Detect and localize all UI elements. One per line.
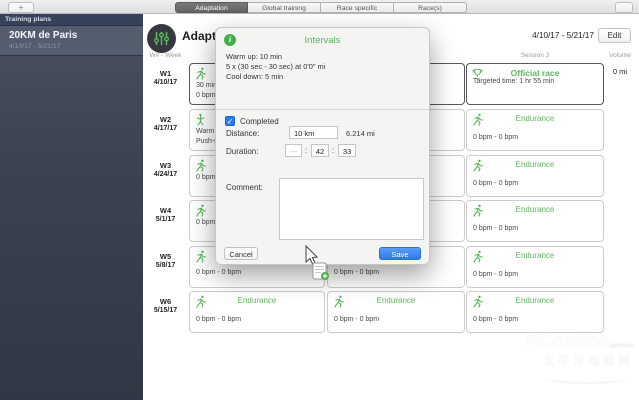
volume-value: 0 mi	[612, 67, 628, 76]
watermark: PConline.com.cn 太平洋电脑网	[526, 331, 633, 384]
workout-card[interactable]: Official race Targeted time: 1 hr 55 min	[466, 63, 604, 105]
workout-card[interactable]: Endurance 0 bpm - 0 bpm	[466, 291, 604, 333]
sidebar: Training plans 20KM de Paris 4/10/17 - 5…	[0, 14, 143, 400]
phase-tabs: Adaptation Global training Race specific Ra…	[175, 2, 467, 13]
info-icon: i	[224, 34, 236, 46]
workout-detail: 0 bpm - 0 bpm	[473, 180, 519, 187]
week-number: W2	[159, 115, 172, 124]
workout-detail: 0 bpm - 0 bpm	[473, 316, 519, 323]
duration-separator: :	[305, 146, 308, 155]
week-label: W6 5/15/17	[143, 297, 188, 315]
duration-minutes-field[interactable]: 42	[311, 144, 329, 157]
week-number: W1	[159, 69, 172, 78]
workout-card[interactable]: Endurance 0 bpm - 0 bpm	[189, 291, 325, 333]
drag-copy-cursor-icon	[303, 244, 330, 288]
strength-icon	[195, 113, 207, 126]
tab-global-training[interactable]: Global training	[248, 2, 321, 13]
week-label: W2 4/17/17	[143, 115, 188, 133]
runner-icon	[195, 250, 207, 263]
workout-detail: 0 bpm - 0 bpm	[473, 134, 519, 141]
toolbar-overflow-button[interactable]	[615, 2, 633, 13]
add-plan-button[interactable]: +	[8, 2, 34, 13]
workout-title: Endurance	[237, 296, 277, 305]
workout-detail: Targeted time: 1 hr 55 min	[473, 78, 555, 85]
runner-icon	[195, 159, 207, 172]
distance-input[interactable]: 10 km	[289, 126, 338, 139]
workout-card[interactable]: Endurance 0 bpm - 0 bpm	[466, 246, 604, 288]
workout-detail: 0 bpm - 0 bpm	[334, 269, 380, 276]
workout-detail: 0 bpm - 0 bpm	[334, 316, 380, 323]
sidebar-header: Training plans	[0, 14, 143, 26]
runner-icon	[195, 204, 207, 217]
adaptation-sliders-icon	[147, 24, 176, 53]
workout-title: Official race	[510, 68, 560, 78]
week-label: W1 4/10/17	[143, 69, 188, 87]
sidebar-item-training-plan[interactable]: 20KM de Paris 4/10/17 - 5/21/17	[0, 26, 143, 56]
workout-card[interactable]: Endurance 0 bpm - 0 bpm	[327, 291, 465, 333]
week-date: 4/17/17	[153, 125, 178, 132]
workout-title: Endurance	[515, 160, 555, 169]
workout-card[interactable]: Endurance 0 bpm - 0 bpm	[466, 200, 604, 242]
duration-label: Duration:	[226, 147, 259, 156]
week-date: 4/24/17	[153, 171, 178, 178]
runner-icon	[195, 67, 207, 80]
workout-title: Endurance	[515, 114, 555, 123]
workout-card[interactable]: Endurance 0 bpm - 0 bpm	[466, 155, 604, 197]
workout-description: Warm up: 10 min 5 x (30 sec - 30 sec) at…	[226, 52, 326, 81]
week-label: W5 5/8/17	[143, 252, 188, 270]
workout-card[interactable]: Endurance 0 bpm - 0 bpm	[466, 109, 604, 151]
week-date: 5/8/17	[155, 262, 176, 269]
workout-detail: 30 min	[196, 82, 218, 89]
workout-title: Endurance	[376, 296, 416, 305]
app-window: + Adaptation Global training Race specific…	[0, 0, 639, 400]
workout-detail: 0 bpm - 0 bpm	[196, 316, 242, 323]
column-header-week: W# - Week	[149, 52, 182, 59]
tab-race-s-[interactable]: Race(s)	[394, 2, 467, 13]
week-number: W6	[159, 297, 172, 306]
tab-adaptation[interactable]: Adaptation	[175, 2, 248, 13]
week-label: W3 4/24/17	[143, 161, 188, 179]
week-number: W3	[159, 161, 172, 170]
cancel-button[interactable]: Cancel	[224, 247, 258, 260]
popover-title: Intervals	[304, 35, 341, 46]
workout-title: Endurance	[515, 251, 555, 260]
watermark-brand: PConline.com.cn	[526, 331, 633, 352]
popover-divider	[216, 109, 429, 110]
week-date: 5/15/17	[153, 307, 178, 314]
duration-seconds-field[interactable]: 33	[338, 144, 356, 157]
plan-dates: 4/10/17 - 5/21/17	[9, 43, 61, 50]
edit-button[interactable]: Edit	[598, 28, 631, 43]
plan-name: 20KM de Paris	[9, 30, 78, 41]
week-date: 4/10/17	[153, 79, 178, 86]
comment-textarea[interactable]	[279, 178, 424, 240]
completed-checkbox[interactable]: ✓	[225, 116, 235, 126]
save-button[interactable]: Save	[379, 247, 421, 260]
distance-converted: 6.214 mi	[346, 129, 375, 138]
watermark-swoosh	[545, 370, 629, 384]
tab-race-specific[interactable]: Race specific	[321, 2, 394, 13]
duration-separator: :	[332, 146, 335, 155]
workout-detail: 0 bpm - 0 bpm	[196, 269, 242, 276]
workout-detail: 0 bpm - 0 bpm	[473, 225, 519, 232]
duration-hours-field[interactable]: ---	[285, 144, 302, 157]
completed-label: Completed	[240, 117, 279, 126]
week-number: W5	[159, 252, 172, 261]
comment-label: Comment:	[226, 183, 263, 192]
workout-popover: i Intervals Warm up: 10 min 5 x (30 sec …	[215, 27, 430, 265]
column-header-session3: Session 3	[520, 52, 550, 59]
week-label: W4 5/1/17	[143, 206, 188, 224]
week-date: 5/1/17	[155, 216, 176, 223]
toolbar: + Adaptation Global training Race specific…	[0, 0, 639, 14]
week-number: W4	[159, 206, 172, 215]
workout-detail: 0 bpm - 0 bpm	[473, 271, 519, 278]
plan-date-range: 4/10/17 - 5/21/17	[532, 31, 594, 40]
watermark-chinese: 太平洋电脑网	[542, 354, 633, 368]
workout-title: Endurance	[515, 205, 555, 214]
column-header-volume: Volume	[609, 52, 631, 59]
workout-title: Endurance	[515, 296, 555, 305]
distance-label: Distance:	[226, 129, 260, 138]
